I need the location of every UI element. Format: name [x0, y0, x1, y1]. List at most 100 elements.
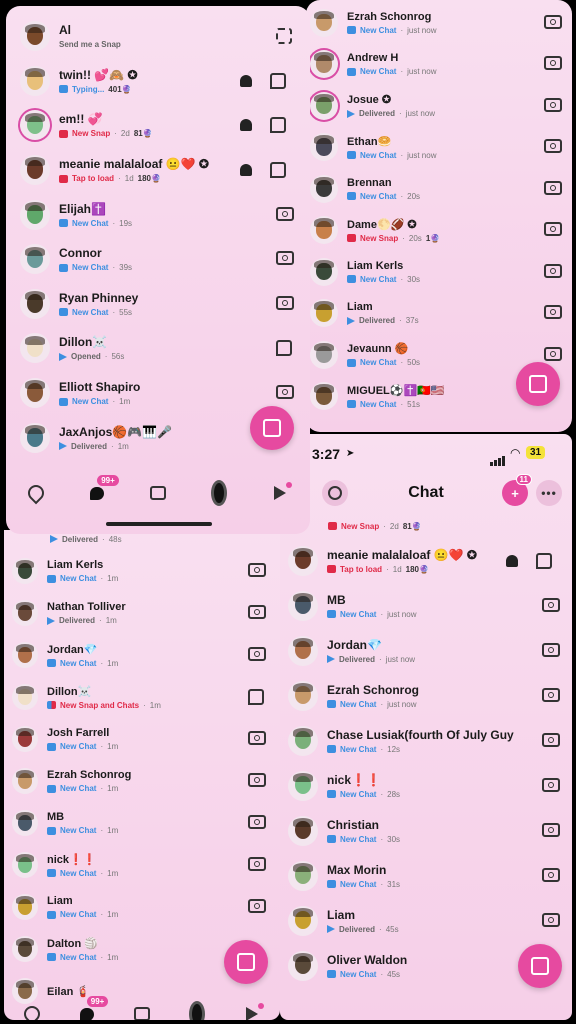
avatar[interactable] — [310, 91, 338, 120]
avatar[interactable] — [310, 8, 338, 37]
camera-icon[interactable] — [542, 642, 560, 657]
row-action[interactable] — [544, 263, 562, 278]
avatar[interactable] — [12, 978, 38, 1004]
list-item[interactable]: Dillon☠️ Opened · 56s — [6, 326, 310, 371]
camera-icon[interactable] — [544, 305, 562, 320]
camera-icon[interactable] — [544, 263, 562, 278]
avatar[interactable] — [288, 680, 318, 711]
avatar[interactable] — [20, 333, 50, 364]
row-action[interactable] — [544, 222, 562, 237]
chat-bubble-icon[interactable] — [248, 689, 264, 705]
avatar[interactable] — [12, 558, 38, 584]
scan-icon[interactable] — [276, 28, 292, 45]
list-item[interactable]: Al Send me a Snap — [6, 14, 310, 59]
row-action[interactable] — [542, 687, 560, 702]
camera-icon[interactable] — [542, 732, 560, 747]
row-action[interactable] — [544, 180, 562, 195]
list-item[interactable]: Nathan Tolliver Delivered · 1m — [4, 592, 280, 634]
chat-bubble-icon[interactable] — [276, 340, 292, 357]
avatar[interactable] — [12, 600, 38, 626]
row-action[interactable] — [276, 251, 294, 266]
list-item[interactable]: Josh Farrell New Chat · 1m — [4, 718, 280, 760]
row-action[interactable] — [248, 563, 266, 577]
row-action[interactable] — [276, 206, 294, 221]
new-chat-button[interactable] — [516, 362, 560, 406]
list-item[interactable]: Josue ✪ Delivered · just now — [306, 85, 572, 127]
row-action[interactable] — [248, 815, 266, 829]
spotlight-nav-icon[interactable] — [272, 482, 292, 501]
row-action[interactable] — [248, 773, 266, 787]
list-item[interactable]: em!! 💞 New Snap · 2d 81🔮 — [6, 103, 310, 148]
avatar[interactable] — [310, 133, 338, 162]
camera-icon[interactable] — [542, 867, 560, 882]
chat-nav-icon[interactable]: 99+ — [89, 475, 119, 501]
avatar[interactable] — [288, 950, 318, 981]
camera-icon[interactable] — [248, 731, 266, 745]
camera-icon[interactable] — [544, 346, 562, 361]
avatar[interactable] — [12, 684, 38, 710]
list-item[interactable]: Connor New Chat · 39s — [6, 237, 310, 282]
row-action[interactable] — [542, 597, 560, 612]
avatar[interactable] — [288, 770, 318, 801]
list-item[interactable]: Ryan Phinney New Chat · 55s — [6, 282, 310, 327]
row-action[interactable] — [276, 295, 294, 310]
list-item[interactable]: Liam New Chat · 1m — [4, 886, 280, 928]
row-action[interactable] — [542, 912, 560, 927]
avatar[interactable] — [12, 852, 38, 878]
row-action[interactable] — [544, 139, 562, 154]
avatar[interactable] — [288, 725, 318, 756]
row-action[interactable] — [544, 97, 562, 112]
stories-nav-icon[interactable] — [210, 480, 227, 506]
list-item[interactable]: Ezrah Schonrog New Chat · just now — [280, 673, 572, 718]
list-item[interactable]: nick❗❗ New Chat · 28s — [280, 763, 572, 808]
row-action[interactable] — [276, 28, 292, 45]
row-action[interactable] — [544, 56, 562, 71]
avatar[interactable] — [20, 21, 50, 52]
row-action[interactable] — [240, 117, 286, 134]
camera-icon[interactable] — [544, 222, 562, 237]
avatar[interactable] — [20, 199, 50, 230]
list-item[interactable]: Christian New Chat · 30s — [280, 808, 572, 853]
new-chat-button[interactable] — [518, 944, 562, 988]
avatar[interactable] — [12, 936, 38, 962]
avatar[interactable] — [310, 299, 338, 328]
chat-bubble-icon[interactable] — [536, 552, 552, 569]
camera-icon[interactable] — [276, 295, 294, 310]
camera-icon[interactable] — [248, 899, 266, 913]
row-action[interactable] — [542, 867, 560, 882]
camera-icon[interactable] — [248, 647, 266, 661]
row-action[interactable] — [542, 822, 560, 837]
list-item[interactable]: Brennan New Chat · 20s — [306, 168, 572, 210]
list-item[interactable]: Elijah✝️ New Chat · 19s — [6, 192, 310, 237]
camera-icon[interactable] — [542, 777, 560, 792]
more-options-button[interactable]: ••• — [536, 480, 562, 506]
list-item[interactable]: Dillon☠️ New Snap and Chats · 1m — [4, 676, 280, 718]
row-action[interactable] — [542, 777, 560, 792]
camera-icon[interactable] — [544, 180, 562, 195]
new-chat-button[interactable] — [250, 406, 294, 450]
avatar[interactable] — [310, 382, 338, 411]
list-item[interactable]: Dame🌕🏈 ✪ New Snap · 20s 1🔮 — [306, 210, 572, 252]
avatar[interactable] — [288, 905, 318, 936]
avatar[interactable] — [288, 815, 318, 846]
camera-icon[interactable] — [248, 815, 266, 829]
chat-bubble-icon[interactable] — [270, 162, 286, 179]
camera-icon[interactable] — [248, 773, 266, 787]
avatar[interactable] — [20, 65, 50, 96]
camera-icon[interactable] — [544, 14, 562, 29]
avatar[interactable] — [310, 50, 338, 79]
avatar[interactable] — [310, 340, 338, 369]
camera-icon[interactable] — [542, 597, 560, 612]
list-item[interactable]: Liam Kerls New Chat · 1m — [4, 550, 280, 592]
row-action[interactable] — [276, 340, 292, 357]
list-item[interactable]: Jordan💎 Delivered · just now — [280, 628, 572, 673]
camera-icon[interactable] — [544, 139, 562, 154]
list-item[interactable]: Ezrah Schonrog New Chat · just now — [306, 2, 572, 44]
row-action[interactable] — [276, 385, 294, 400]
row-action[interactable] — [240, 162, 286, 179]
list-item[interactable]: nick❗❗ New Chat · 1m — [4, 844, 280, 886]
row-action[interactable] — [240, 72, 286, 89]
camera-icon[interactable] — [544, 56, 562, 71]
new-chat-button[interactable] — [224, 940, 268, 984]
avatar[interactable] — [20, 155, 50, 186]
